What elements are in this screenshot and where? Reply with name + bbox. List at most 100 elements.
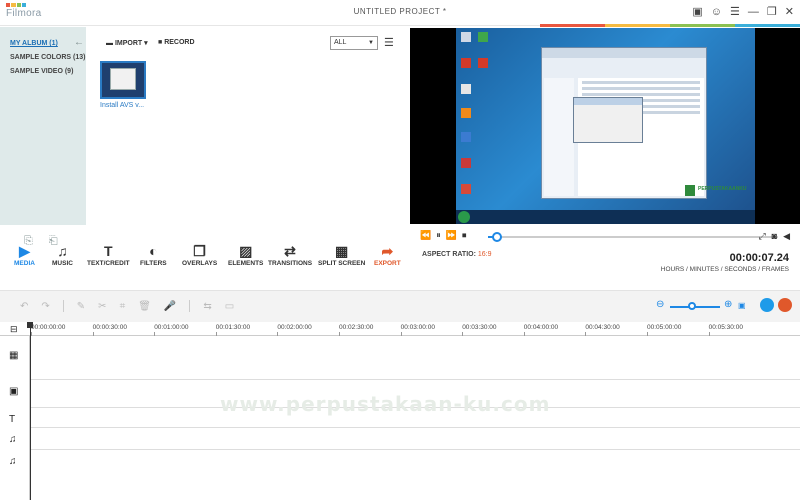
fullscreen-icon[interactable]: ⤢ (758, 231, 765, 242)
media-clip-thumbnail[interactable] (100, 61, 146, 99)
timeline-zoom: ⊖ ⊕ ▣ (656, 299, 746, 314)
aspect-value: 16:9 (477, 251, 492, 258)
ruler-tick-label: 00:01:00:00 (154, 324, 189, 331)
dialog-header (574, 98, 642, 105)
split-icon[interactable]: ✂ (98, 301, 106, 312)
zoom-fit-icon[interactable]: ▣ (738, 301, 746, 310)
preview-brand-overlay: PERPUSTAKAANKU (681, 184, 751, 198)
zoom-in-icon[interactable]: ⊕ (724, 299, 732, 310)
main-toolbar: ▶ MEDIA ♫ MUSIC T TEXT/CREDIT ◐ FILTERS ❐ OVERLAY… (0, 244, 410, 278)
preview-dialog (573, 97, 643, 143)
tool-split-screen[interactable]: ▦ SPLIT SCREEN (318, 244, 365, 267)
ruler-tick-label: 00:05:30:00 (708, 324, 743, 331)
tool-label: FILTERS (140, 260, 167, 267)
media-filter-select[interactable]: ALL ▼ (330, 36, 378, 50)
menu-icon[interactable]: ☰ (730, 6, 740, 18)
divider (189, 300, 191, 312)
import-button[interactable]: ▬ IMPORT ▾ (106, 39, 148, 47)
list-view-icon[interactable]: ☰ (384, 37, 394, 49)
album-sample-colors[interactable]: SAMPLE COLORS (13) (0, 51, 86, 65)
ruler-tick-label: 00:03:30:00 (462, 324, 497, 331)
timeline-track[interactable] (0, 428, 800, 450)
ruler-tick-label: 00:00:30:00 (92, 324, 127, 331)
tool-music[interactable]: ♫ MUSIC (52, 244, 73, 267)
explorer-sidebar (544, 78, 574, 196)
stop-icon[interactable]: ⏹ (462, 230, 467, 241)
video-track-icon: ▦ (9, 350, 19, 361)
text-icon: T (104, 243, 113, 259)
timeline-track[interactable] (0, 336, 800, 380)
aspect-ratio[interactable]: ASPECT RATIO: 16:9 (422, 251, 492, 258)
record-button[interactable]: ■ RECORD (158, 39, 195, 46)
tool-overlays[interactable]: ❐ OVERLAYS (182, 244, 217, 267)
tool-elements[interactable]: ▨ ELEMENTS (228, 244, 263, 267)
desktop-icon (461, 32, 471, 42)
minimize-icon[interactable]: — (748, 6, 759, 18)
timecode-display: 00:00:07.24 (729, 252, 789, 264)
voiceover-icon[interactable]: 🎤 (164, 301, 176, 312)
save-icon[interactable]: ▣ (692, 6, 702, 18)
tool-label: EXPORT (374, 260, 401, 267)
green-screen-icon[interactable]: ▭ (225, 301, 234, 312)
desktop-icon (461, 58, 471, 68)
elements-icon: ▨ (239, 243, 253, 259)
tool-text-credit[interactable]: T TEXT/CREDIT (87, 244, 130, 267)
start-orb-icon (458, 211, 470, 223)
accent-stripe-3 (670, 24, 735, 27)
window-controls: ▣ ☺ ☰ — ❐ ✕ (692, 6, 794, 18)
crop-icon[interactable]: ⌗ (120, 301, 126, 312)
edit-icon[interactable]: ✎ (77, 301, 85, 312)
desktop-icon (478, 58, 488, 68)
timeline-ruler[interactable]: 00:00:00:00 00:00:30:00 00:01:00:00 00:01:3… (0, 322, 800, 336)
delete-icon[interactable]: 🗑 (138, 301, 151, 312)
accent-stripe-2 (605, 24, 670, 27)
overlays-icon: ❐ (193, 243, 206, 259)
tool-media[interactable]: ▶ MEDIA (14, 244, 35, 267)
divider (62, 300, 64, 312)
accent-stripe-4 (735, 24, 800, 27)
filter-value: ALL (334, 39, 347, 46)
seek-handle[interactable] (491, 232, 502, 242)
redo-icon[interactable]: ↷ (41, 301, 49, 312)
tool-filters[interactable]: ◐ FILTERS (140, 244, 167, 267)
rewind-icon[interactable]: ⏪ (420, 230, 431, 241)
transitions-icon: ⇄ (284, 243, 296, 259)
zoom-handle[interactable] (688, 302, 696, 310)
pause-icon[interactable]: ⏸ (436, 230, 441, 241)
library-sidebar: MY ALBUM (1) SAMPLE COLORS (13) SAMPLE V… (0, 27, 86, 247)
thumbnail-window (110, 68, 136, 90)
editor-toolbar: ↶ ↷ ✎ ✂ ⌗ 🗑 🎤 ⇆ ▭ ⊖ ⊕ ▣ (0, 290, 800, 322)
timeline-track[interactable] (0, 450, 800, 500)
music-track-2-icon: ♫ (9, 456, 17, 467)
playhead-handle[interactable] (27, 322, 33, 328)
forward-icon[interactable]: ⏩ (446, 230, 457, 241)
seek-bar[interactable] (488, 236, 778, 238)
media-clip-label: Install AVS v... (100, 102, 145, 109)
tool-label: OVERLAYS (182, 260, 218, 267)
record-voice-icon[interactable] (778, 298, 792, 312)
snapshot-icon[interactable]: ◙ (772, 231, 777, 242)
tool-transitions[interactable]: ⇄ TRANSITIONS (268, 244, 312, 267)
zoom-out-icon[interactable]: ⊖ (656, 299, 664, 310)
export-icon: ➦ (381, 243, 394, 259)
undo-icon[interactable]: ↶ (20, 301, 28, 312)
track-headers: ▦ ▣ T ♫ ♫ (0, 336, 30, 500)
desktop-icon (461, 184, 471, 194)
collapse-arrow-icon[interactable]: ← (74, 37, 84, 48)
maximize-icon[interactable]: ❐ (767, 6, 777, 18)
transport-buttons: ⏪ ⏸ ⏩ ⏹ (420, 230, 466, 241)
window-title: UNTITLED PROJECT * (353, 7, 447, 16)
user-icon[interactable]: ☺ (711, 6, 722, 18)
detach-audio-icon[interactable]: ⇆ (203, 301, 211, 312)
close-icon[interactable]: ✕ (785, 6, 794, 18)
album-sample-video[interactable]: SAMPLE VIDEO (9) (0, 65, 86, 79)
playhead[interactable] (30, 322, 31, 500)
tool-label: MUSIC (52, 260, 73, 267)
volume-icon[interactable]: ◀ (783, 231, 790, 242)
add-track-icon[interactable] (760, 298, 774, 312)
ruler-tick-label: 00:02:00:00 (277, 324, 312, 331)
tool-label: MEDIA (14, 260, 35, 267)
title-bar: Filmora UNTITLED PROJECT * ▣ ☺ ☰ — ❐ ✕ (0, 0, 800, 26)
track-settings-icon[interactable]: ⊟ (10, 324, 18, 335)
tool-export[interactable]: ➦ EXPORT (374, 244, 401, 267)
